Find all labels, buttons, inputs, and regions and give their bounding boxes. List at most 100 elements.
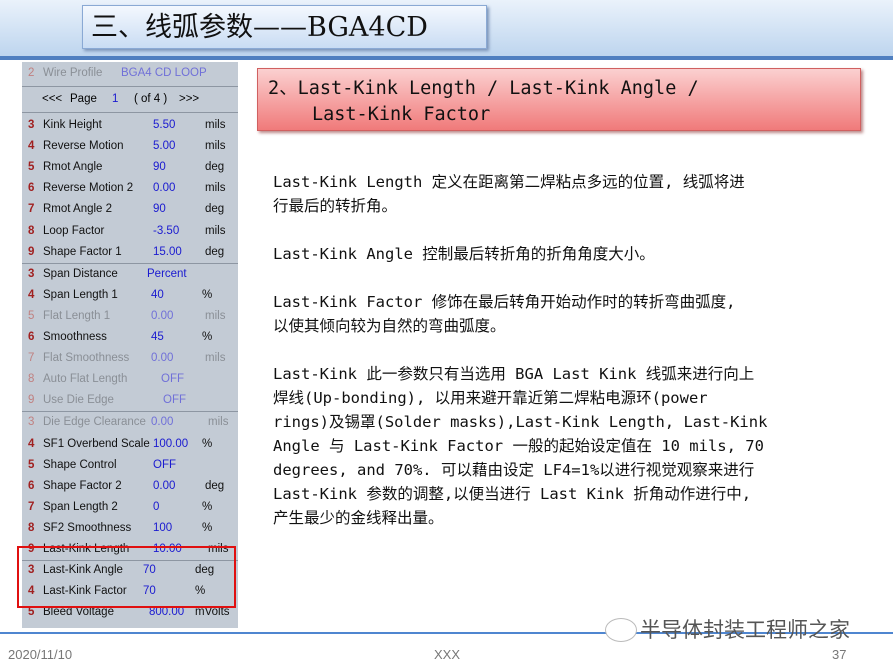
highlight-box xyxy=(17,546,236,608)
row-number: 9 xyxy=(28,394,35,407)
prev-page-button[interactable]: <<< xyxy=(42,89,62,109)
row-number: 6 xyxy=(28,182,35,195)
row-number: 4 xyxy=(28,140,35,153)
row-unit: mils xyxy=(205,352,226,365)
parameter-row[interactable]: 4 SF1 Overbend Scale 100.00% xyxy=(22,434,238,454)
paragraph: Last-Kink Length 定义在距离第二焊粘点多远的位置, 线弧将进 行最… xyxy=(273,170,767,218)
parameter-row[interactable]: 8 Auto Flat Length OFF xyxy=(22,369,238,389)
row-number: 3 xyxy=(28,416,35,429)
row-value: -3.50 xyxy=(153,224,180,237)
text-line: 产生最少的金线释出量。 xyxy=(273,509,444,527)
row-number: 8 xyxy=(28,224,35,237)
watermark: 半导体封装工程师之家 xyxy=(640,618,850,642)
row-label: Flat Smoothness xyxy=(43,352,130,365)
paragraph: Last-Kink Angle 控制最后转折角的折角角度大小。 xyxy=(273,242,767,266)
row-label: SF2 Smoothness xyxy=(43,521,132,534)
parameter-row[interactable]: 6 Reverse Motion 2 0.00 mils xyxy=(22,178,238,198)
row-value: Percent xyxy=(147,267,187,280)
row-number: 7 xyxy=(28,352,35,365)
parameter-row[interactable]: 3 Span Distance Percent xyxy=(22,264,238,284)
row-value: 5.00 xyxy=(153,140,176,153)
row-value: 40 xyxy=(151,288,164,301)
header-line: 2、Last-Kink Length / Last-Kink Angle / xyxy=(268,78,699,99)
parameter-row[interactable]: 7 Rmot Angle 2 90 deg xyxy=(22,199,238,219)
page-current: 1 xyxy=(112,93,119,105)
next-page-button[interactable]: >>> xyxy=(179,89,199,109)
parameter-row[interactable]: 5 Shape Control OFF xyxy=(22,455,238,475)
parameter-row[interactable]: 5 Rmot Angle 90 deg xyxy=(22,157,238,177)
text-line: degrees, and 70%. 可以藉由设定 LF4=1%以进行视觉观察来进… xyxy=(273,461,755,479)
row-unit: mils xyxy=(205,140,226,153)
text-line: rings)及锡罩(Solder masks),Last-Kink Length… xyxy=(273,413,768,431)
row-label: Use Die Edge xyxy=(43,394,114,407)
row-label: Kink Height xyxy=(43,119,102,131)
text-line: Last-Kink 参数的调整,以便当进行 Last Kink 折角动作进行中, xyxy=(273,485,752,503)
row-unit: deg xyxy=(205,245,225,258)
row-unit: % xyxy=(202,331,213,343)
body-text: Last-Kink Length 定义在距离第二焊粘点多远的位置, 线弧将进 行最… xyxy=(273,170,767,554)
row-value: BGA4 CD LOOP xyxy=(121,67,207,79)
slide-title: 三、线弧参数——BGA4CD xyxy=(82,5,487,49)
row-label: Rmot Angle 2 xyxy=(43,203,113,216)
text-line: 行最后的转折角。 xyxy=(273,197,398,215)
page-number: 37 xyxy=(832,647,847,662)
text-line: Last-Kink Length 定义在距离第二焊粘点多远的位置, 线弧将进 xyxy=(273,173,745,191)
row-label: Auto Flat Length xyxy=(43,373,128,386)
row-number: 3 xyxy=(28,267,35,280)
row-label: Span Length 1 xyxy=(43,288,118,301)
parameter-row[interactable]: 6 Smoothness 45% xyxy=(22,327,238,347)
text-line: Last-Kink 此一参数只有当选用 BGA Last Kink 线弧来进行向… xyxy=(273,365,755,383)
row-unit: mils xyxy=(205,182,226,195)
row-number: 8 xyxy=(28,373,35,386)
row-number: 5 xyxy=(28,309,35,322)
divider xyxy=(0,56,893,60)
row-value: 0.00 xyxy=(153,479,176,492)
page-row: <<< Page 1 ( of 4 ) >>> xyxy=(22,89,238,109)
row-value: OFF xyxy=(161,373,184,386)
parameter-row[interactable]: 4 Span Length 1 40% xyxy=(22,285,238,305)
row-number: 7 xyxy=(28,500,35,513)
row-number: 5 xyxy=(28,161,35,174)
parameter-row[interactable]: 9 Shape Factor 1 15.00 deg xyxy=(22,242,238,262)
row-value: 0.00 xyxy=(151,416,174,429)
parameter-row[interactable]: 4 Reverse Motion 5.00 mils xyxy=(22,136,238,156)
parameter-row[interactable]: 3 Die Edge Clearance 0.00 mils xyxy=(22,412,238,432)
parameter-row[interactable]: 7 Flat Smoothness 0.00 mils xyxy=(22,348,238,368)
paragraph: Last-Kink 此一参数只有当选用 BGA Last Kink 线弧来进行向… xyxy=(273,362,767,530)
row-label: Span Length 2 xyxy=(43,500,118,513)
row-number: 4 xyxy=(28,288,35,301)
paragraph: Last-Kink Factor 修饰在最后转角开始动作时的转折弯曲弧度, 以使其… xyxy=(273,290,767,338)
parameter-row[interactable]: 7 Span Length 2 0% xyxy=(22,497,238,517)
header-line: Last-Kink Factor xyxy=(312,104,491,125)
parameter-row[interactable]: 8 SF2 Smoothness 100% xyxy=(22,518,238,538)
parameter-row[interactable]: 5 Flat Length 1 0.00 mils xyxy=(22,306,238,326)
text-line: Angle 与 Last-Kink Factor 一般的起始设定值在 10 mi… xyxy=(273,437,764,455)
parameter-row[interactable]: 6 Shape Factor 2 0.00 deg xyxy=(22,476,238,496)
row-number: 6 xyxy=(28,331,35,343)
row-value: 100.00 xyxy=(153,437,189,450)
row-unit: mils xyxy=(205,224,226,237)
text-line: Last-Kink Angle 控制最后转折角的折角角度大小。 xyxy=(273,245,655,263)
page-label: Page xyxy=(70,93,97,105)
row-unit: % xyxy=(202,437,213,450)
row-unit: deg xyxy=(205,479,225,492)
row-number: 8 xyxy=(28,521,35,534)
parameter-row[interactable]: 9 Use Die Edge OFF xyxy=(22,390,238,410)
row-number: 5 xyxy=(28,458,35,471)
row-unit: % xyxy=(202,521,213,534)
parameter-row[interactable]: 8 Loop Factor -3.50 mils xyxy=(22,221,238,241)
text-line: 焊线(Up-bonding), 以用来避开靠近第二焊粘电源环(power xyxy=(273,389,708,407)
row-label: Shape Control xyxy=(43,458,117,471)
row-label: Smoothness xyxy=(43,331,107,343)
row-unit: % xyxy=(202,500,213,513)
row-label: Flat Length 1 xyxy=(43,309,111,322)
row-unit: mils xyxy=(208,416,229,429)
footer-date: 2020/11/10 xyxy=(8,647,73,662)
parameter-row[interactable]: 3 Kink Height 5.50 mils xyxy=(22,115,238,135)
row-label: Loop Factor xyxy=(43,224,105,237)
row-label: SF1 Overbend Scale xyxy=(43,437,150,450)
row-label: Span Distance xyxy=(43,267,118,280)
row-unit: mils xyxy=(205,119,226,131)
page-total: ( of 4 ) xyxy=(134,93,168,105)
row-value: 90 xyxy=(153,203,166,216)
